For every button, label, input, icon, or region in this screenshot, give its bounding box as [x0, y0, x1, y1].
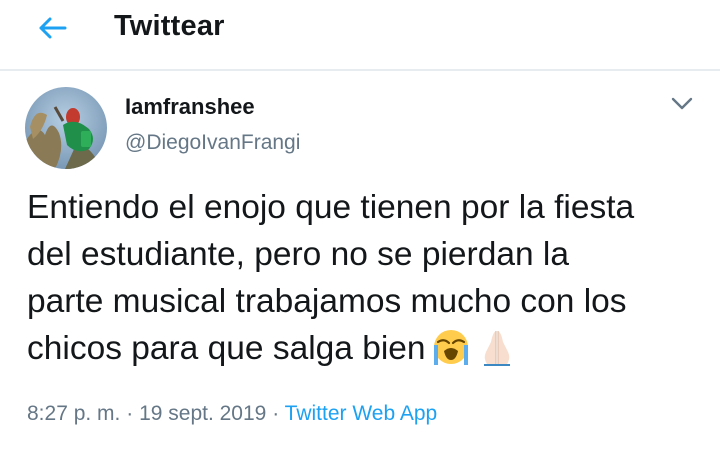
meta-separator: ·: [126, 402, 134, 425]
top-bar: Twittear: [0, 0, 720, 71]
author-name[interactable]: Iamfranshee: [125, 94, 255, 120]
tweet-source-link[interactable]: Twitter Web App: [285, 402, 438, 425]
tweet-line: chicos para que salga bien: [27, 330, 426, 367]
avatar[interactable]: [25, 87, 107, 169]
meta-separator: ·: [272, 402, 280, 425]
author-handle[interactable]: @DiegoIvanFrangi: [125, 131, 300, 155]
tweet-time: 8:27 p. m.: [27, 402, 121, 425]
page-title: Twittear: [114, 10, 225, 42]
tweet-line: del estudiante, pero no se pierdan la: [27, 236, 569, 273]
back-button[interactable]: [30, 12, 74, 48]
more-options-button[interactable]: [667, 94, 697, 118]
loudly-crying-face-icon: [430, 328, 472, 379]
chevron-down-icon: [671, 97, 693, 116]
folded-hands-icon: [476, 328, 518, 379]
tweet-text: Entiendo el enojo que tienen por la fies…: [27, 184, 707, 379]
tweet-meta: 8:27 p. m. · 19 sept. 2019 · Twitter Web…: [27, 402, 437, 426]
tweet-line: Entiendo el enojo que tienen por la fies…: [27, 189, 635, 226]
tweet-line: parte musical trabajamos mucho con los: [27, 283, 627, 320]
arrow-left-icon: [37, 16, 67, 45]
tweet-date: 19 sept. 2019: [139, 402, 267, 425]
